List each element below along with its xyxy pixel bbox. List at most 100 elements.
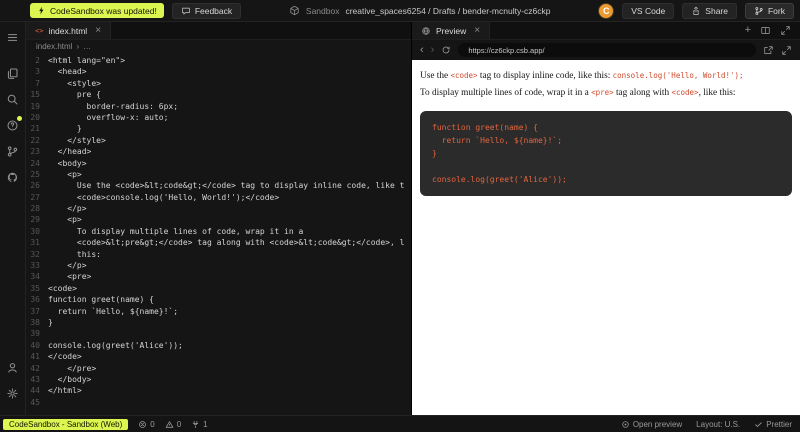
feedback-button[interactable]: Feedback — [171, 2, 242, 19]
line-number: 2 — [35, 56, 40, 65]
main-area: <> index.html × index.html › … 2 <html la… — [0, 22, 800, 415]
code-line[interactable]: 26 Use the <code>&lt;code&gt;</code> tag… — [26, 180, 411, 191]
paragraph-text: , like this: — [698, 88, 736, 98]
code-line[interactable]: 28 </p> — [26, 203, 411, 214]
add-tab-icon[interactable]: + — [745, 25, 751, 36]
code-line[interactable]: 44 </html> — [26, 385, 411, 396]
forward-icon[interactable]: › — [431, 44, 435, 56]
code-line[interactable]: 2 <html lang="en"> — [26, 55, 411, 66]
line-text: </p> — [48, 261, 87, 271]
code-line[interactable]: 39 — [26, 328, 411, 339]
error-count: 0 — [150, 419, 155, 429]
code-line[interactable]: 32 this: — [26, 249, 411, 260]
code-line[interactable]: 38} — [26, 317, 411, 328]
fullscreen-icon[interactable] — [781, 45, 792, 56]
line-text: <head> — [48, 67, 87, 77]
vscode-label: VS Code — [631, 5, 666, 16]
preview-paragraph-2: To display multiple lines of code, wrap … — [420, 88, 792, 98]
warning-icon — [165, 420, 173, 428]
editor-tab-bar: <> index.html × — [26, 22, 411, 40]
code-line[interactable]: 37 return `Hello, ${name}!`; — [26, 306, 411, 317]
sandbox-label: Sandbox — [305, 5, 340, 16]
search-icon[interactable] — [4, 90, 22, 108]
code-line[interactable]: 25 <p> — [26, 169, 411, 180]
refresh-icon[interactable] — [441, 45, 451, 55]
code-line[interactable]: 29 <p> — [26, 214, 411, 225]
layout-indicator[interactable]: Layout: U.S. — [696, 420, 740, 429]
close-tab-icon[interactable]: × — [95, 25, 101, 36]
status-bar: CodeSandbox - Sandbox (Web) 0 0 1 Open p… — [0, 415, 800, 432]
code-line[interactable]: 41 </code> — [26, 351, 411, 362]
code-line[interactable]: 43 </body> — [26, 374, 411, 385]
code-line[interactable]: 30 To display multiple lines of code, wr… — [26, 226, 411, 237]
line-text: <p> — [48, 215, 82, 225]
files-icon[interactable] — [4, 64, 22, 82]
code-line[interactable]: 35 <code> — [26, 283, 411, 294]
vscode-button[interactable]: VS Code — [622, 2, 675, 19]
back-icon[interactable]: ‹ — [420, 44, 424, 56]
code-line[interactable]: 7 <style> — [26, 78, 411, 89]
line-number: 7 — [35, 78, 40, 88]
fork-icon — [755, 6, 763, 15]
warning-counter[interactable]: 0 — [165, 420, 181, 429]
line-text: } — [48, 317, 53, 327]
line-number: 40 — [30, 340, 40, 350]
topbar-breadcrumb: Sandbox creative_spaces6254 / Drafts / b… — [289, 5, 551, 16]
paragraph-text: tag to display inline code, like this: — [477, 71, 613, 81]
code-line[interactable]: 24 <body> — [26, 158, 411, 169]
share-label: Share — [705, 5, 728, 16]
breadcrumb[interactable]: index.html › … — [26, 40, 411, 53]
code-line[interactable]: 19 border-radius: 6px; — [26, 101, 411, 112]
code-line[interactable]: 23 </head> — [26, 146, 411, 157]
tab-preview[interactable]: Preview × — [412, 22, 491, 39]
line-text: </head> — [48, 147, 92, 157]
account-icon[interactable] — [4, 358, 22, 376]
code-line[interactable]: 15 pre { — [26, 89, 411, 100]
split-view-icon[interactable] — [760, 25, 771, 36]
code-line[interactable]: 42 </pre> — [26, 363, 411, 374]
line-text: <p> — [48, 169, 82, 179]
code-line[interactable]: 3 <head> — [26, 66, 411, 77]
prettier-indicator[interactable]: Prettier — [754, 420, 792, 429]
git-branch-icon[interactable] — [4, 142, 22, 160]
error-counter[interactable]: 0 — [138, 419, 155, 429]
line-text: </code> — [48, 352, 82, 362]
code-line[interactable]: 27 <code>console.log('Hello, World!');</… — [26, 192, 411, 203]
editor-panel: <> index.html × index.html › … 2 <html la… — [26, 22, 412, 415]
github-icon[interactable] — [4, 168, 22, 186]
code-line[interactable]: 21 } — [26, 123, 411, 134]
code-line[interactable]: 40 console.log(greet('Alice')); — [26, 340, 411, 351]
code-line[interactable]: 36 function greet(name) { — [26, 294, 411, 305]
code-line[interactable]: 45 — [26, 397, 411, 408]
settings-gear-icon[interactable] — [4, 384, 22, 402]
tab-index-html[interactable]: <> index.html × — [26, 22, 112, 39]
menu-icon[interactable] — [4, 28, 22, 46]
editor-code[interactable]: 2 <html lang="en"> 3 <head> 7 <style> 15 pre… — [26, 53, 411, 415]
code-line[interactable]: 34 <pre> — [26, 271, 411, 282]
expand-icon[interactable] — [780, 25, 791, 36]
help-icon[interactable] — [4, 116, 22, 134]
line-number: 43 — [30, 374, 40, 384]
line-number: 33 — [30, 261, 40, 271]
notification-dot — [16, 116, 22, 121]
share-button[interactable]: Share — [682, 2, 737, 19]
close-preview-icon[interactable]: × — [474, 25, 480, 36]
status-app-badge[interactable]: CodeSandbox - Sandbox (Web) — [3, 418, 129, 430]
avatar[interactable]: C — [598, 2, 615, 19]
code-line[interactable]: 22 </style> — [26, 135, 411, 146]
code-line[interactable]: 31 <code>&lt;pre&gt;</code> tag along wi… — [26, 237, 411, 248]
url-text: https://cz6ckp.csb.app/ — [468, 45, 545, 55]
code-line[interactable]: 33 </p> — [26, 260, 411, 271]
url-input[interactable]: https://cz6ckp.csb.app/ — [458, 43, 756, 57]
breadcrumb-file: index.html — [36, 42, 73, 51]
port-counter[interactable]: 1 — [191, 420, 208, 429]
top-bar: CodeSandbox was updated! Feedback Sandbo… — [0, 0, 800, 22]
preview-panel: Preview × + ‹ › https://cz6ckp.csb.app/ … — [412, 22, 800, 415]
fork-button[interactable]: Fork — [744, 2, 794, 19]
open-preview-button[interactable]: Open preview — [621, 420, 682, 429]
project-path[interactable]: creative_spaces6254 / Drafts / bender-mc… — [345, 6, 550, 16]
pop-out-icon[interactable] — [763, 45, 774, 56]
update-badge[interactable]: CodeSandbox was updated! — [30, 3, 164, 18]
code-line[interactable]: 20 overflow-x: auto; — [26, 112, 411, 123]
line-number: 15 — [30, 90, 40, 100]
